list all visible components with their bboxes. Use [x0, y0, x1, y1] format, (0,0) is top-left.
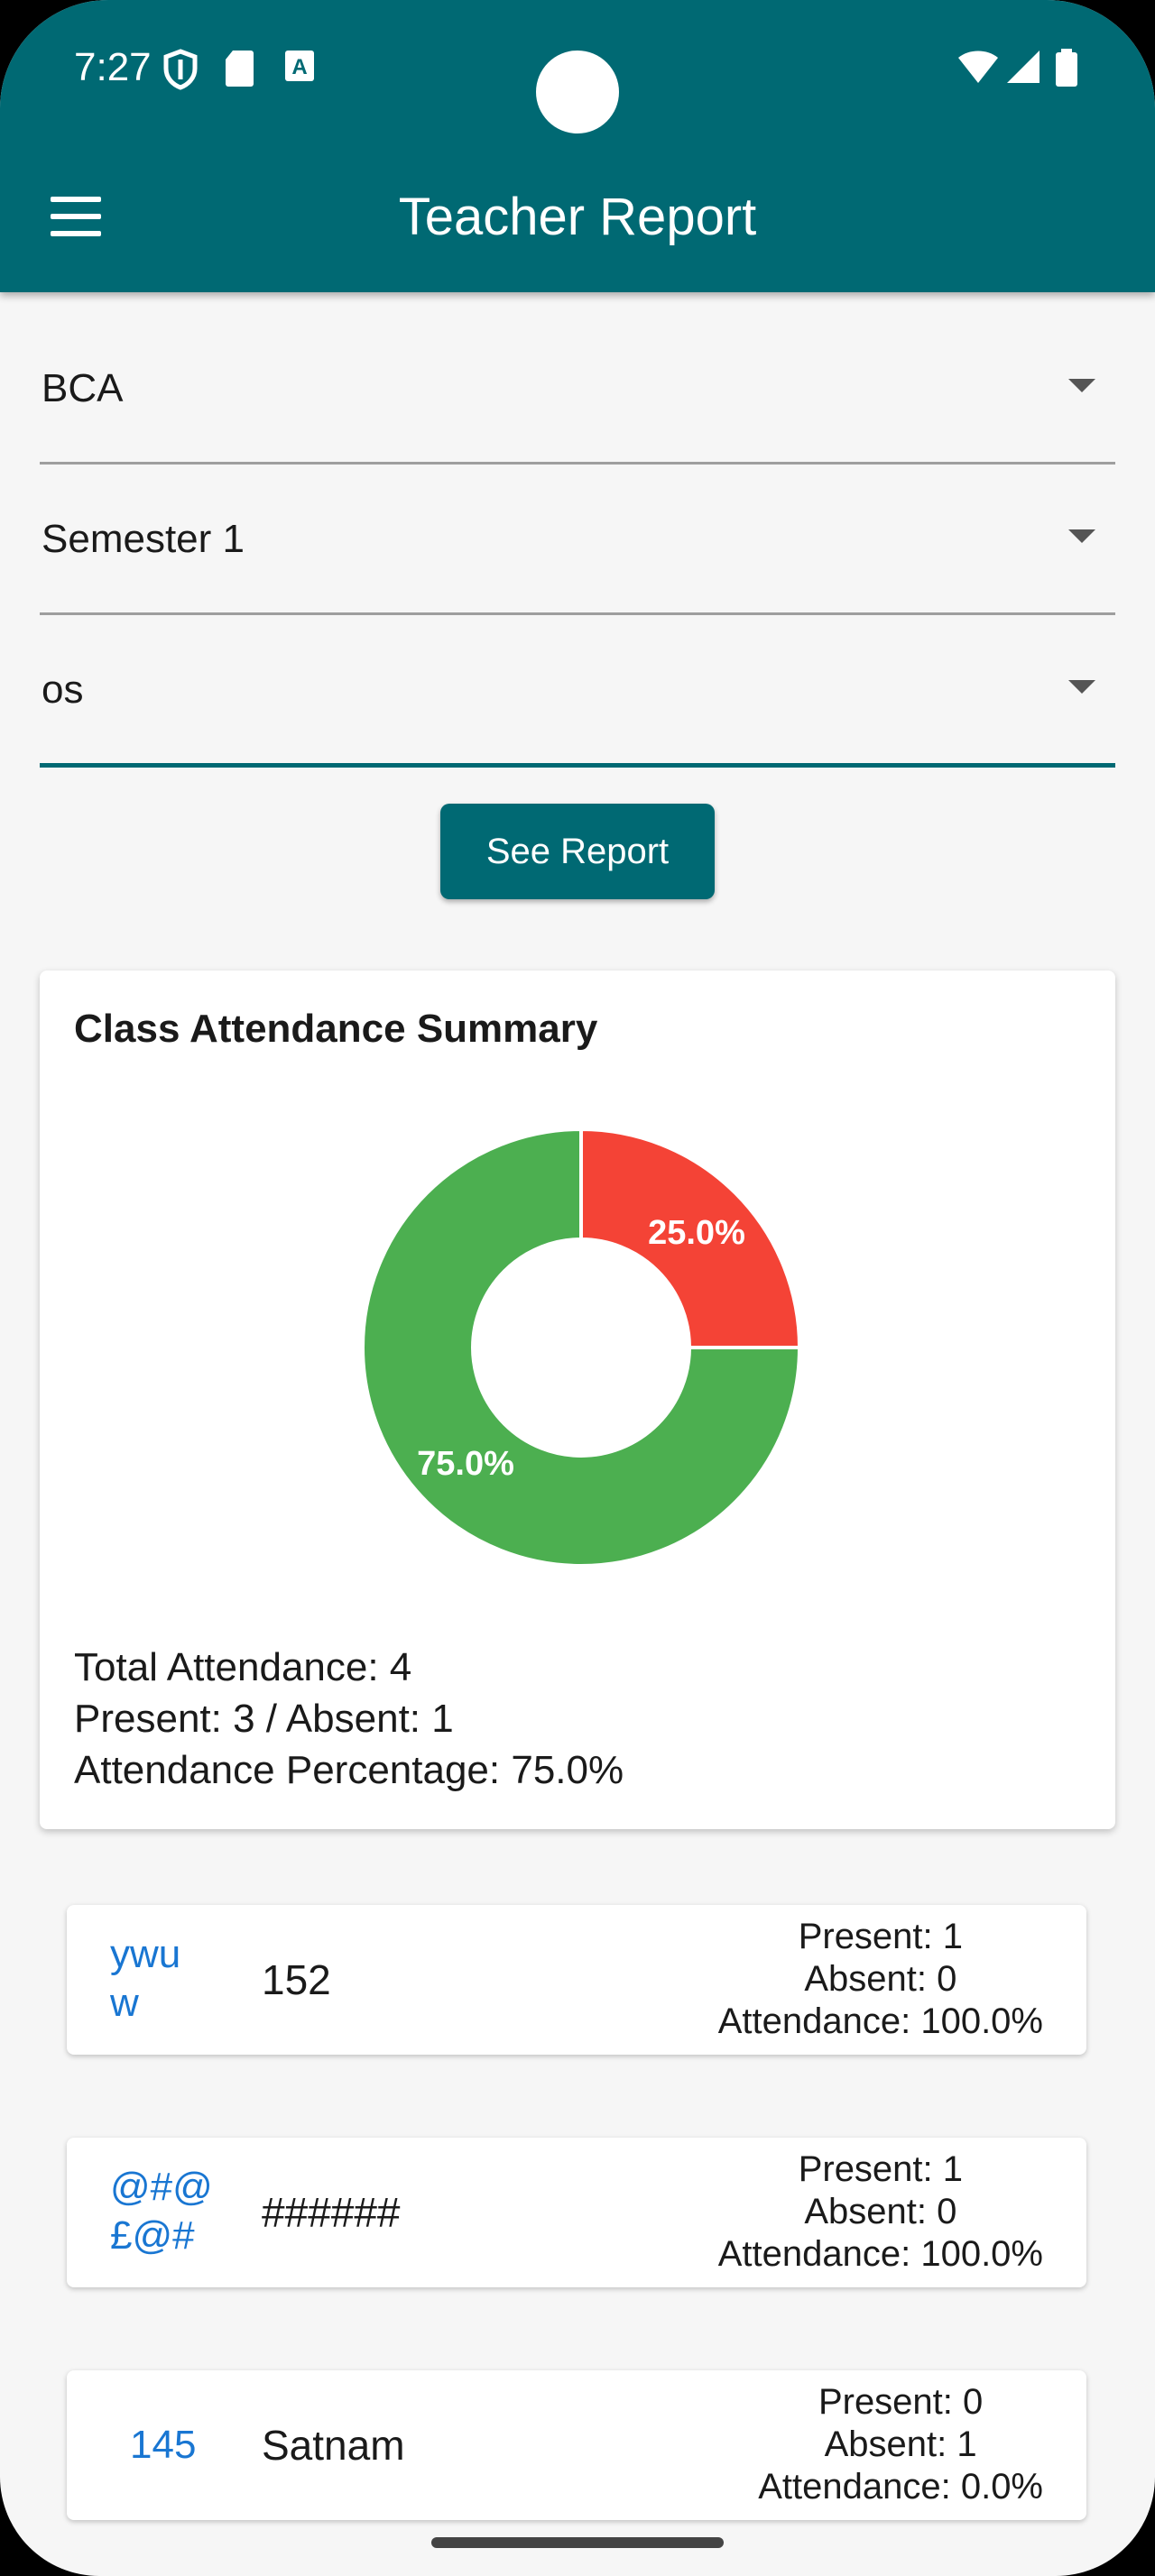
student-row[interactable]: 145 Satnam Present: 0 Absent: 1 Attendan…: [67, 2370, 1086, 2520]
keyboard-a-icon: A: [285, 51, 314, 81]
student-row[interactable]: ywu w 152 Present: 1 Absent: 0 Attendance…: [67, 1905, 1086, 2055]
dropdown-arrow-icon: [1068, 529, 1095, 543]
student-name: ######: [262, 2189, 401, 2236]
battery-icon: [1056, 49, 1077, 87]
shield-icon: [163, 49, 198, 90]
wifi-icon: [958, 51, 998, 83]
dropdown-arrow-icon: [1068, 680, 1095, 694]
dropdown-arrow-icon: [1068, 379, 1095, 392]
absent-count: Absent: 1: [824, 2424, 977, 2464]
total-attendance: Total Attendance: 4: [74, 1645, 412, 1689]
semester-dropdown[interactable]: Semester 1: [40, 461, 1115, 615]
present-absent: Present: 3 / Absent: 1: [74, 1697, 454, 1741]
see-report-button[interactable]: See Report: [440, 804, 715, 899]
donut-slice-label-0: 25.0%: [648, 1214, 745, 1252]
student-stats: Present: 0 Absent: 1 Attendance: 0.0%: [758, 2381, 1043, 2508]
semester-value: Semester 1: [42, 517, 245, 561]
svg-text:A: A: [291, 55, 307, 79]
student-name: Satnam: [262, 2422, 405, 2469]
course-value: BCA: [42, 366, 124, 410]
camera-cutout: [536, 51, 619, 133]
donut-slice-label-1: 75.0%: [417, 1445, 514, 1483]
course-dropdown[interactable]: BCA: [40, 310, 1115, 465]
subject-value: os: [42, 667, 84, 712]
signal-icon: [1007, 51, 1040, 83]
summary-title: Class Attendance Summary: [74, 1007, 598, 1051]
absent-count: Absent: 0: [804, 2192, 957, 2231]
student-roll: @#@ £@#: [110, 2165, 213, 2258]
attendance-summary-card: Class Attendance Summary 25.0% 75.0% Tota…: [40, 971, 1115, 1829]
student-row[interactable]: @#@ £@# ###### Present: 1 Absent: 0 Atten…: [67, 2138, 1086, 2287]
student-roll: 145: [130, 2423, 197, 2467]
present-count: Present: 1: [798, 2149, 964, 2189]
attendance-value: Attendance: 100.0%: [717, 2001, 1043, 2041]
attendance-value: Attendance: 0.0%: [758, 2467, 1043, 2507]
subject-dropdown[interactable]: os: [40, 612, 1115, 768]
attendance-donut-chart: 25.0% 75.0%: [361, 1127, 802, 1568]
student-name: 152: [262, 1956, 331, 2003]
app-screen: 7:27 A Teacher Report BCA Semester 1 os …: [0, 0, 1155, 2576]
student-stats: Present: 1 Absent: 0 Attendance: 100.0%: [718, 2148, 1043, 2276]
sd-card-icon: [226, 51, 254, 87]
student-roll: ywu w: [110, 1932, 181, 2025]
page-title: Teacher Report: [398, 188, 757, 246]
present-count: Present: 1: [798, 1917, 964, 1956]
status-time: 7:27: [74, 45, 152, 89]
student-stats: Present: 1 Absent: 0 Attendance: 100.0%: [718, 1916, 1043, 2043]
attendance-value: Attendance: 100.0%: [717, 2234, 1043, 2274]
absent-count: Absent: 0: [804, 1959, 957, 1999]
home-gesture-bar[interactable]: [431, 2537, 724, 2548]
top-app-bar: 7:27 A Teacher Report: [0, 0, 1155, 292]
present-count: Present: 0: [818, 2382, 984, 2422]
attendance-percentage: Attendance Percentage: 75.0%: [74, 1748, 624, 1792]
